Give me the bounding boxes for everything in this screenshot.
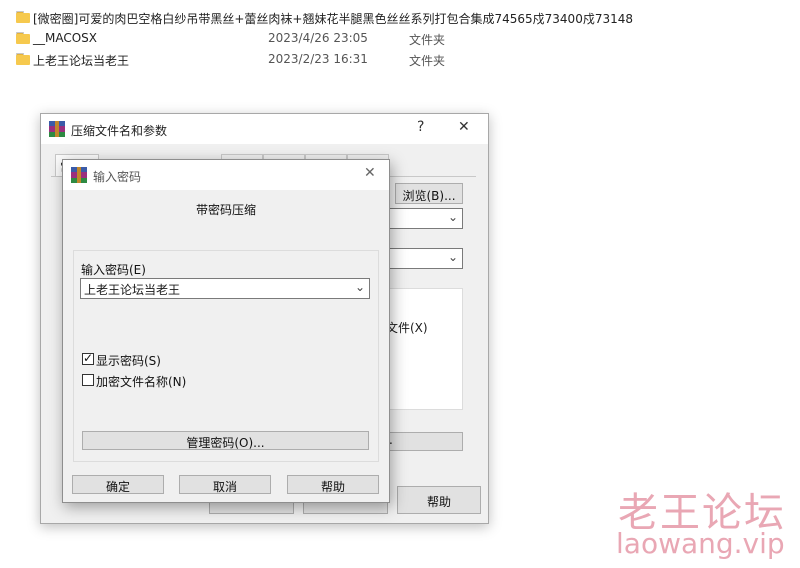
file-type: 文件夹 xyxy=(409,54,446,68)
encrypt-names-checkbox[interactable] xyxy=(82,374,94,386)
file-row[interactable]: __MACOSX 2023/4/26 23:05 文件夹 xyxy=(0,29,800,49)
password-value: 上老王论坛当老王 xyxy=(84,283,181,297)
watermark-url: laowang.vip xyxy=(616,527,785,560)
file-type: 文件夹 xyxy=(409,33,446,47)
chevron-down-icon: ⌄ xyxy=(447,210,458,224)
file-name: 上老王论坛当老王 xyxy=(33,54,130,68)
option-label: 文件(X) xyxy=(386,321,428,335)
close-icon[interactable]: ✕ xyxy=(364,165,376,181)
checkmark-icon: ✓ xyxy=(83,351,94,365)
folder-icon xyxy=(16,32,30,44)
file-date: 2023/2/23 16:31 xyxy=(268,52,368,66)
file-name: [微密圈]可爱的肉巴空格白纱吊带黑丝+蕾丝肉袜+翘妹花半腿黑色丝丝系列打包合集成… xyxy=(33,12,633,26)
encrypt-names-label[interactable]: 加密文件名称(N) xyxy=(96,373,186,390)
folder-icon xyxy=(16,11,30,23)
winrar-icon xyxy=(49,121,65,137)
file-name: __MACOSX xyxy=(33,31,98,45)
cancel-button[interactable]: 取消 xyxy=(179,475,271,494)
dialog-heading: 带密码压缩 xyxy=(195,203,256,217)
help-button[interactable]: 帮助 xyxy=(397,486,481,514)
close-icon[interactable]: ✕ xyxy=(458,119,470,135)
help-icon[interactable]: ? xyxy=(417,119,424,135)
file-date: 2023/4/26 23:05 xyxy=(268,31,368,45)
file-row[interactable]: 上老王论坛当老王 2023/2/23 16:31 文件夹 xyxy=(0,50,800,70)
password-field-label: 输入密码(E) xyxy=(81,263,146,277)
ok-button[interactable]: 确定 xyxy=(72,475,164,494)
help-button[interactable]: 帮助 xyxy=(287,475,379,494)
manage-passwords-button[interactable]: 管理密码(O)... xyxy=(82,431,369,450)
show-password-label[interactable]: 显示密码(S) xyxy=(96,352,161,369)
dialog-title: 压缩文件名和参数 xyxy=(71,124,168,138)
dialog-titlebar[interactable]: 压缩文件名和参数 ? ✕ xyxy=(41,114,488,144)
dialog-titlebar[interactable]: 输入密码 ✕ xyxy=(63,160,389,190)
browse-button[interactable]: 浏览(B)... xyxy=(395,183,463,204)
chevron-down-icon: ⌄ xyxy=(354,280,365,294)
show-password-checkbox[interactable]: ✓ xyxy=(82,351,94,365)
folder-icon xyxy=(16,53,30,65)
profile-combo[interactable]: ⌄ xyxy=(385,248,463,269)
password-dialog: 输入密码 ✕ 带密码压缩 输入密码(E) 上老王论坛当老王 ⌄ ✓ 显示密码(S… xyxy=(62,159,390,503)
chevron-down-icon: ⌄ xyxy=(447,250,458,264)
winrar-icon xyxy=(71,167,87,183)
options-button[interactable]: . xyxy=(385,432,463,451)
dialog-title: 输入密码 xyxy=(93,170,142,184)
options-group: 文件(X) xyxy=(385,288,463,410)
file-row[interactable]: [微密圈]可爱的肉巴空格白纱吊带黑丝+蕾丝肉袜+翘妹花半腿黑色丝丝系列打包合集成… xyxy=(0,8,800,28)
password-input[interactable]: 上老王论坛当老王 ⌄ xyxy=(80,278,370,299)
archive-name-combo[interactable]: ⌄ xyxy=(385,208,463,229)
